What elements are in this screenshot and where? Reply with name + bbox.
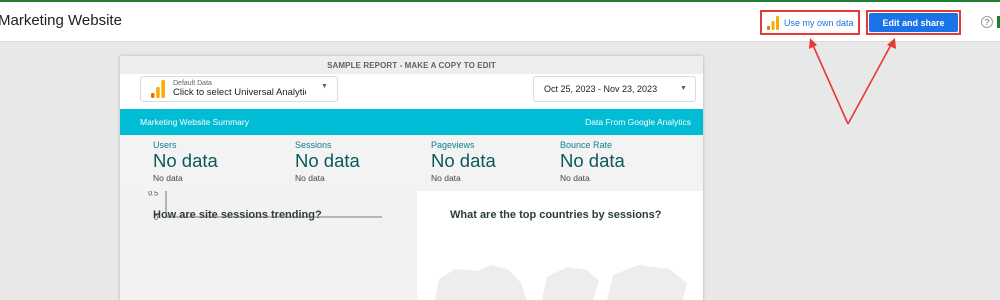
summary-bar: Marketing Website Summary Data From Goog…: [120, 109, 703, 135]
date-range-value: Oct 25, 2023 - Nov 23, 2023: [544, 84, 658, 94]
data-source-note: Data From Google Analytics: [585, 117, 691, 127]
metric-comparison: No data: [295, 173, 325, 184]
analytics-bars-icon: [151, 80, 165, 98]
page-title: Marketing Website: [0, 12, 122, 29]
metrics-row: Users No data No data Sessions No data N…: [120, 135, 703, 191]
summary-title: Marketing Website Summary: [140, 117, 249, 127]
metric-value: No data: [431, 150, 496, 171]
metric-users: Users No data No data: [153, 140, 218, 183]
metric-pageviews: Pageviews No data No data: [431, 140, 496, 183]
metric-value: No data: [560, 150, 625, 171]
metric-value: No data: [153, 150, 218, 171]
help-circle-icon[interactable]: ?: [981, 16, 993, 28]
metric-comparison: No data: [431, 173, 461, 184]
use-my-own-data-label: Use my own data: [784, 17, 854, 28]
metric-sessions: Sessions No data No data: [295, 140, 360, 183]
chevron-down-icon: ▼: [680, 85, 687, 92]
arrow-to-share: [847, 42, 893, 125]
metric-label: Users: [153, 140, 177, 150]
metric-bounce-rate: Bounce Rate No data No data: [560, 140, 625, 183]
metric-comparison: No data: [153, 173, 183, 184]
app-header: Marketing Website Use my own data Edit a…: [0, 2, 1000, 42]
edit-and-share-highlight: Edit and share: [866, 10, 961, 35]
map-landmass: [542, 267, 599, 300]
data-source-title: Default Data: [173, 79, 212, 87]
data-source-subtitle: Click to select Universal Analytics: [173, 87, 306, 98]
metric-value: No data: [295, 150, 360, 171]
edit-and-share-button[interactable]: Edit and share: [869, 13, 958, 32]
date-range-selector[interactable]: Oct 25, 2023 - Nov 23, 2023 ▼: [533, 76, 696, 102]
sample-report-banner: SAMPLE REPORT - MAKE A COPY TO EDIT: [120, 56, 703, 74]
metric-label: Sessions: [295, 140, 332, 150]
map-landmass: [607, 265, 687, 300]
report-canvas: SAMPLE REPORT - MAKE A COPY TO EDIT Defa…: [120, 56, 703, 300]
metric-label: Bounce Rate: [560, 140, 613, 150]
y-tick-label: 0: [154, 215, 158, 222]
metric-label: Pageviews: [431, 140, 475, 150]
top-countries-panel: What are the top countries by sessions?: [417, 191, 703, 300]
sessions-trend-chart: 10.50: [148, 191, 382, 222]
map-landmass: [435, 265, 527, 300]
analytics-bars-icon: [767, 15, 779, 30]
use-my-own-data-button[interactable]: Use my own data: [760, 10, 860, 35]
chevron-down-icon: ▼: [321, 83, 328, 90]
arrow-to-own-data: [811, 42, 849, 125]
world-map: [435, 265, 687, 300]
metric-comparison: No data: [560, 173, 590, 184]
data-source-selector[interactable]: Default Data Click to select Universal A…: [140, 76, 338, 102]
y-tick-label: 0.5: [148, 191, 158, 198]
sessions-trend-panel: How are site sessions trending? 10.50: [120, 191, 417, 300]
